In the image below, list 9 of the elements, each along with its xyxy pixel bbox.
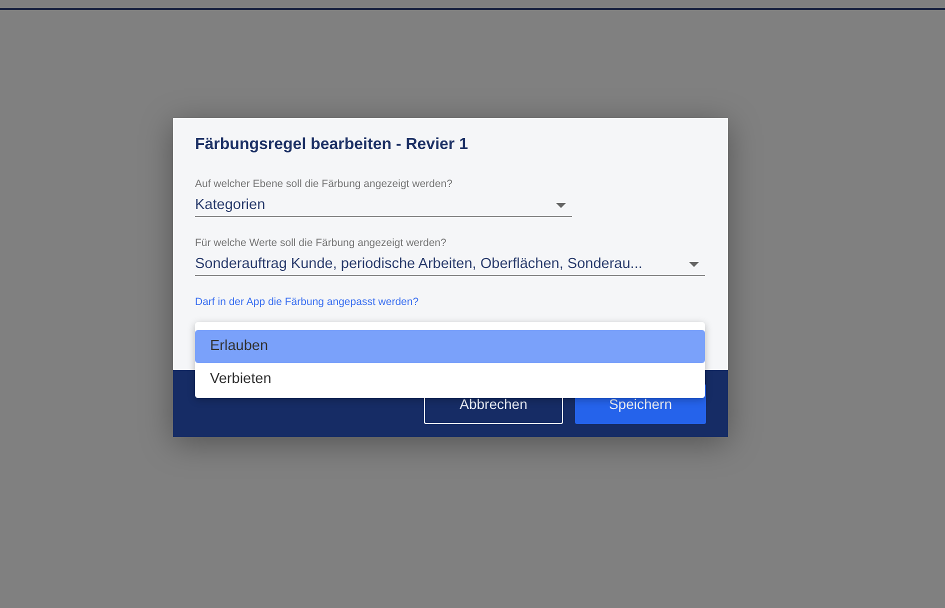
field-label: Auf welcher Ebene soll die Färbung angezeigt werden?: [195, 178, 454, 190]
menu-item[interactable]: Erlauben: [195, 330, 705, 363]
caret-icon: [556, 202, 566, 208]
field-label: Darf in der App die Färbung angepasst werden?: [195, 296, 420, 308]
select-field[interactable]: Kategorien: [195, 194, 572, 217]
dialog-title: Färbungsregel bearbeiten - Revier 1: [195, 136, 469, 154]
select-field[interactable]: Sonderauftrag Kunde, periodische Arbeiten, Oberflächen, Sonderau...: [195, 253, 705, 276]
caret-icon: [689, 262, 699, 266]
field-label: Für welche Werte soll die Färbung angezeigt werden?: [195, 237, 448, 249]
